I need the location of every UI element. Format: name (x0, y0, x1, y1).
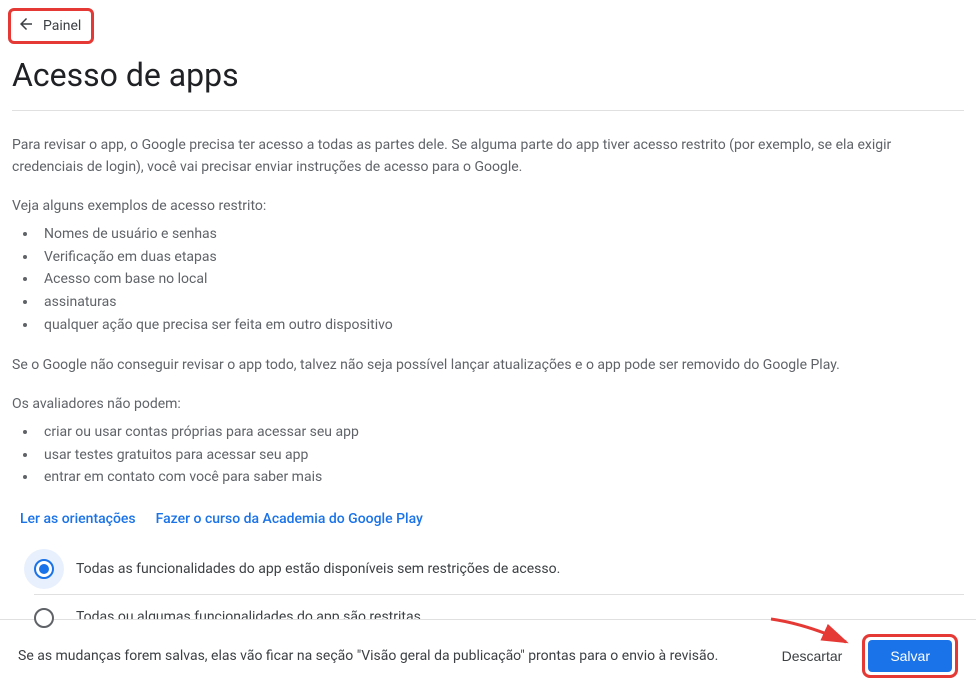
radio-button-selected-icon (34, 559, 54, 579)
footer-bar: Se as mudanças forem salvas, elas vão fi… (0, 619, 976, 692)
page-title: Acesso de apps (12, 56, 976, 94)
list-item: entrar em contato com você para saber ma… (38, 467, 964, 489)
back-to-dashboard-link[interactable]: Painel (8, 8, 94, 44)
examples-list: Nomes de usuário e senhas Verificação em… (12, 224, 964, 336)
list-item: Nomes de usuário e senhas (38, 224, 964, 246)
discard-button[interactable]: Descartar (768, 640, 857, 672)
radio-option-unrestricted[interactable]: Todas as funcionalidades do app estão di… (12, 547, 964, 595)
radio-label-unrestricted: Todas as funcionalidades do app estão di… (76, 559, 560, 581)
reviewers-label: Os avaliadores não podem: (12, 394, 964, 416)
list-item: assinaturas (38, 292, 964, 314)
academy-course-link[interactable]: Fazer o curso da Academia do Google Play (156, 509, 423, 531)
list-item: usar testes gratuitos para acessar seu a… (38, 445, 964, 467)
list-item: qualquer ação que precisa ser feita em o… (38, 315, 964, 337)
save-highlight-annotation: Salvar (862, 634, 958, 678)
title-divider (12, 110, 964, 111)
save-button[interactable]: Salvar (868, 640, 952, 672)
reviewers-list: criar ou usar contas próprias para acess… (12, 422, 964, 489)
footer-message: Se as mudanças forem salvas, elas vão fi… (18, 648, 768, 664)
list-item: criar ou usar contas próprias para acess… (38, 422, 964, 444)
examples-label: Veja alguns exemplos de acesso restrito: (12, 196, 964, 218)
list-item: Verificação em duas etapas (38, 247, 964, 269)
intro-paragraph: Para revisar o app, o Google precisa ter… (12, 135, 964, 178)
read-guidelines-link[interactable]: Ler as orientações (20, 509, 136, 531)
list-item: Acesso com base no local (38, 269, 964, 291)
arrow-left-icon (17, 15, 35, 37)
warning-text: Se o Google não conseguir revisar o app … (12, 355, 964, 377)
back-link-label: Painel (43, 18, 81, 34)
